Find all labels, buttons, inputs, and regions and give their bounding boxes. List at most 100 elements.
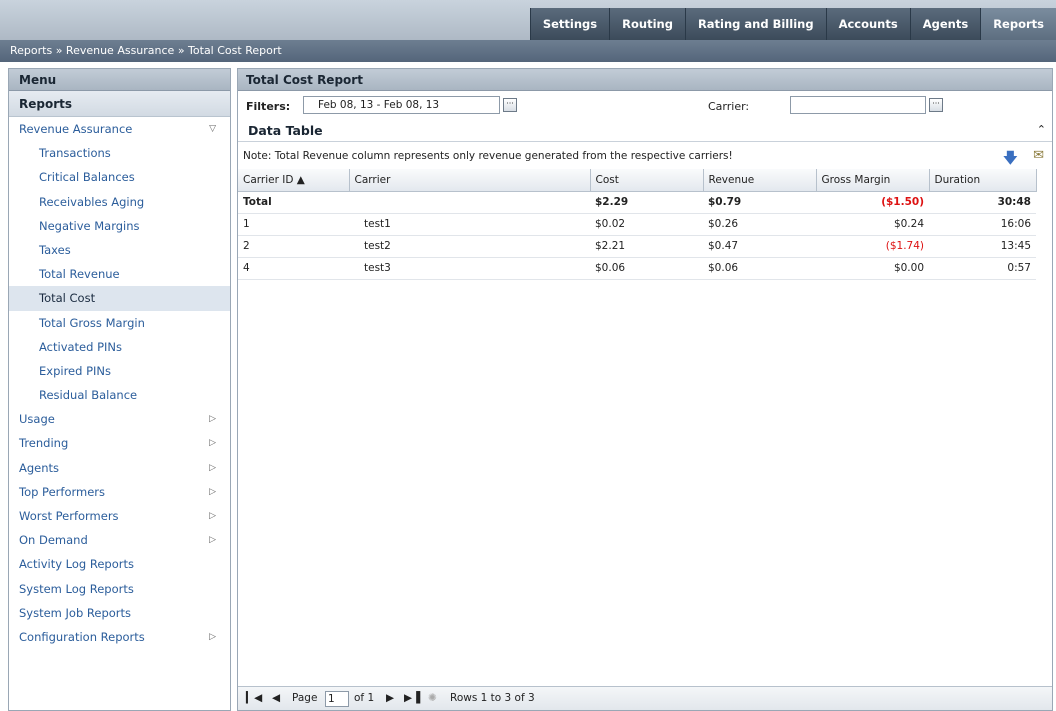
menu-title: Menu: [9, 69, 230, 91]
cell-duration: 0:57: [929, 257, 1036, 280]
filters-bar: Filters: Feb 08, 13 - Feb 08, 13 ··· Car…: [238, 91, 1052, 121]
chevron-down-icon[interactable]: ▽: [209, 117, 216, 141]
chevron-right-icon[interactable]: ▷: [209, 625, 216, 649]
column-header[interactable]: Carrier: [349, 169, 591, 192]
cell-carrier: test2: [349, 235, 590, 258]
export-icon[interactable]: ✉: [1033, 148, 1044, 163]
sidebar-item-label: Residual Balance: [39, 388, 138, 403]
sidebar-item-usage[interactable]: Usage ▷: [9, 407, 230, 431]
sidebar-item-revenue-assurance[interactable]: Revenue Assurance ▽: [9, 117, 230, 141]
sidebar-item-configuration-reports[interactable]: Configuration Reports ▷: [9, 625, 230, 649]
pagination-bar: ▎◀ ◀ Page 1 of 1 ▶ ▶▐ ✺ Rows 1 to 3 of 3: [238, 686, 1052, 710]
rows-info: Rows 1 to 3 of 3: [450, 692, 535, 704]
sidebar-item-transactions[interactable]: Transactions: [9, 141, 230, 165]
page-number-input[interactable]: 1: [325, 691, 349, 707]
sidebar-item-label: System Log Reports: [19, 581, 134, 596]
column-header[interactable]: Duration: [929, 169, 1037, 192]
tab-routing[interactable]: Routing: [609, 8, 685, 40]
table-row[interactable]: 2 test2 $2.21 $0.47 ($1.74) 13:45: [238, 235, 1036, 258]
breadcrumb: Reports » Revenue Assurance » Total Cost…: [0, 40, 1056, 62]
chevron-right-icon[interactable]: ▷: [209, 431, 216, 455]
sidebar-item-activated-pins[interactable]: Activated PINs: [9, 335, 230, 359]
cell-margin: ($1.74): [816, 235, 929, 258]
sidebar-item-taxes[interactable]: Taxes: [9, 238, 230, 262]
sidebar-item-label: Total Revenue: [39, 267, 120, 282]
chevron-right-icon[interactable]: ▷: [209, 407, 216, 431]
tab-rating-and-billing[interactable]: Rating and Billing: [684, 8, 826, 40]
tab-reports[interactable]: Reports: [980, 8, 1056, 40]
sidebar-item-residual-balance[interactable]: Residual Balance: [9, 383, 230, 407]
sidebar-item-label: Activity Log Reports: [19, 557, 134, 572]
chevron-right-icon[interactable]: ▷: [209, 480, 216, 504]
previous-page-icon[interactable]: ◀: [272, 692, 280, 704]
sidebar-item-label: Configuration Reports: [19, 629, 145, 644]
download-icon[interactable]: 🡇: [1003, 148, 1018, 173]
sidebar-item-label: Agents: [19, 460, 60, 475]
top-navigation-bar: Settings Routing Rating and Billing Account…: [0, 0, 1056, 40]
sidebar-item-total-cost[interactable]: Total Cost: [9, 286, 230, 311]
table-body: Total $2.29 $0.79 ($1.50) 30:48 1 test1 $0.02 $0…: [238, 191, 1036, 280]
tab-agents[interactable]: Agents: [909, 8, 981, 40]
sidebar-item-trending[interactable]: Trending ▷: [9, 431, 230, 455]
sidebar-item-agents[interactable]: Agents ▷: [9, 456, 230, 480]
cell-carrier: test3: [349, 257, 590, 280]
cell-margin: $0.00: [816, 257, 929, 280]
page-label: Page: [292, 692, 318, 704]
table-header-row: Carrier ID ▲ Carrier Cost Revenue Gross Marg…: [238, 169, 1037, 192]
data-table-title: Data Table: [248, 123, 323, 138]
table-row[interactable]: 1 test1 $0.02 $0.26 $0.24 16:06: [238, 213, 1036, 236]
column-header[interactable]: Revenue: [703, 169, 817, 192]
sidebar-item-label: Taxes: [39, 242, 71, 257]
cell-cost: $0.06: [590, 257, 703, 280]
sidebar-item-receivables-aging[interactable]: Receivables Aging: [9, 190, 230, 214]
cell-duration: 30:48: [929, 191, 1036, 214]
cell-revenue: $0.47: [703, 235, 816, 258]
cell-revenue: $0.06: [703, 257, 816, 280]
sidebar-item-activity-log-reports[interactable]: Activity Log Reports: [9, 552, 230, 576]
cell-cost: $0.02: [590, 213, 703, 236]
carrier-field[interactable]: [790, 96, 926, 114]
sidebar-item-label: System Job Reports: [19, 605, 132, 620]
revenue-note: Note: Total Revenue column represents on…: [243, 150, 733, 162]
sidebar-item-total-gross-margin[interactable]: Total Gross Margin: [9, 311, 230, 335]
tab-accounts[interactable]: Accounts: [825, 8, 910, 40]
cell-id: Total: [238, 191, 349, 214]
column-header[interactable]: Carrier ID ▲: [238, 169, 350, 192]
carrier-label: Carrier:: [708, 100, 750, 113]
date-picker-button[interactable]: ···: [503, 98, 517, 112]
tab-settings[interactable]: Settings: [529, 8, 610, 40]
report-panel: Total Cost Report Filters: Feb 08, 13 - …: [237, 68, 1053, 711]
sidebar-item-total-revenue[interactable]: Total Revenue: [9, 262, 230, 286]
chevron-right-icon[interactable]: ▷: [209, 528, 216, 552]
column-header[interactable]: Cost: [590, 169, 704, 192]
first-page-icon[interactable]: ▎◀: [246, 692, 262, 704]
column-header[interactable]: Gross Margin: [816, 169, 930, 192]
sidebar-item-on-demand[interactable]: On Demand ▷: [9, 528, 230, 552]
sidebar-item-label: Expired PINs: [39, 363, 111, 378]
table-row[interactable]: 4 test3 $0.06 $0.06 $0.00 0:57: [238, 257, 1036, 280]
chevron-right-icon[interactable]: ▷: [209, 456, 216, 480]
sidebar-item-critical-balances[interactable]: Critical Balances: [9, 165, 230, 189]
sidebar-item-system-job-reports[interactable]: System Job Reports: [9, 601, 230, 625]
chevron-right-icon[interactable]: ▷: [209, 504, 216, 528]
next-page-icon[interactable]: ▶: [386, 692, 394, 704]
last-page-icon[interactable]: ▶▐: [404, 692, 420, 704]
menu-section-reports[interactable]: Reports: [9, 91, 230, 117]
sidebar-item-system-log-reports[interactable]: System Log Reports: [9, 577, 230, 601]
main-tabs: Settings Routing Rating and Billing Account…: [529, 8, 1056, 40]
sidebar-item-label: On Demand: [19, 533, 88, 548]
sidebar-item-expired-pins[interactable]: Expired PINs: [9, 359, 230, 383]
carrier-picker-button[interactable]: ···: [929, 98, 943, 112]
sidebar-item-negative-margins[interactable]: Negative Margins: [9, 214, 230, 238]
cell-carrier: test1: [349, 213, 590, 236]
cell-margin: $0.24: [816, 213, 929, 236]
page-count: of 1: [354, 692, 375, 704]
sidebar-item-worst-performers[interactable]: Worst Performers ▷: [9, 504, 230, 528]
refresh-icon[interactable]: ✺: [428, 692, 437, 704]
collapse-icon[interactable]: ⌃: [1037, 123, 1046, 136]
total-row[interactable]: Total $2.29 $0.79 ($1.50) 30:48: [238, 191, 1036, 214]
cell-margin: ($1.50): [816, 191, 929, 214]
date-range-field[interactable]: Feb 08, 13 - Feb 08, 13: [303, 96, 500, 114]
note-row: Note: Total Revenue column represents on…: [238, 141, 1052, 169]
sidebar-item-top-performers[interactable]: Top Performers ▷: [9, 480, 230, 504]
